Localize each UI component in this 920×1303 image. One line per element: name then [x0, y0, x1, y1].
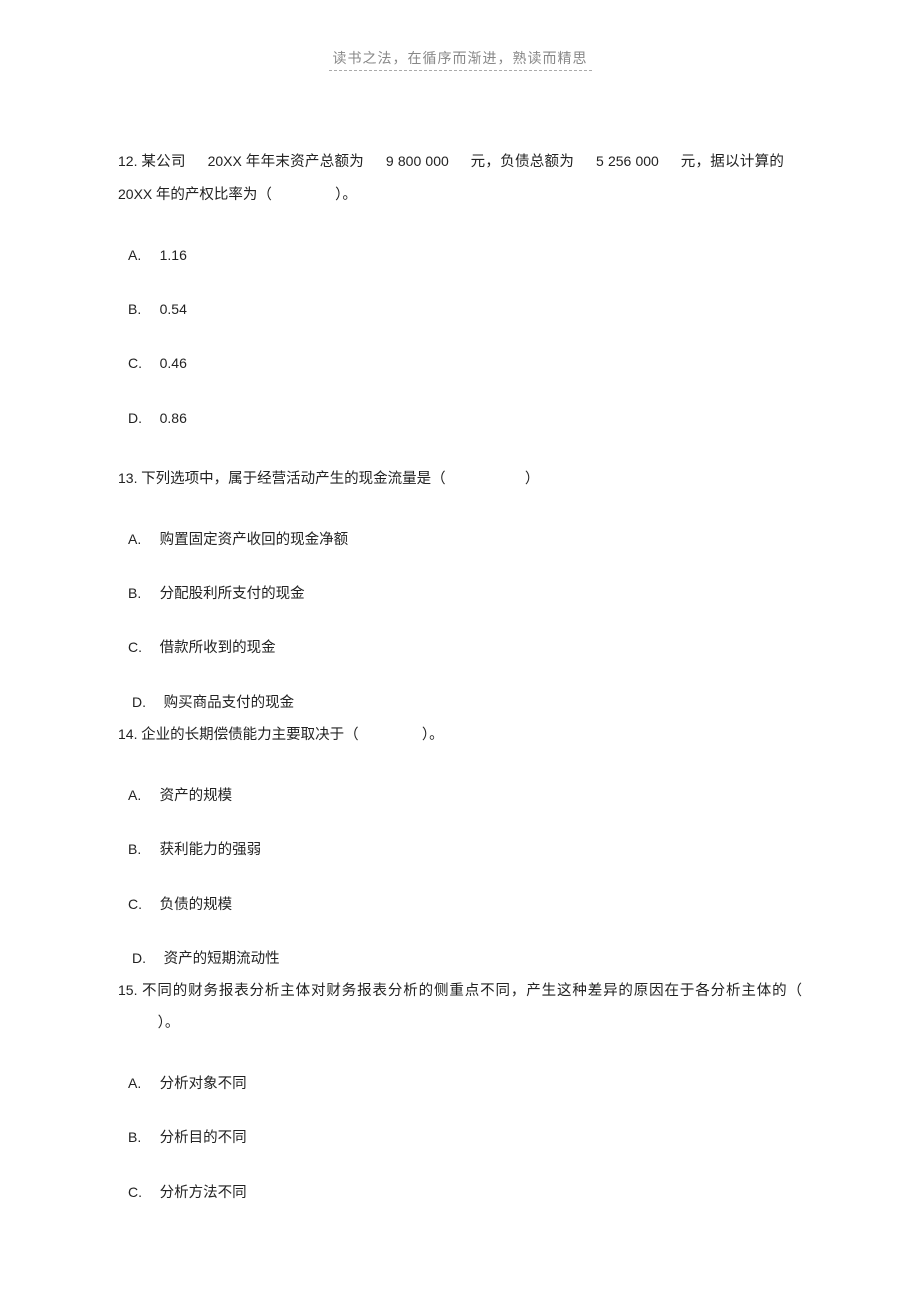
option-letter: B. [128, 840, 156, 860]
option-letter: C. [128, 638, 156, 658]
option-text: 分析方法不同 [160, 1185, 247, 1201]
q14-option-c: C. 负债的规模 [118, 895, 802, 915]
q14-option-d: D. 资产的短期流动性 [118, 949, 802, 969]
q12-p3: 元，负债总额为 [471, 154, 575, 170]
header-motto-text: 读书之法，在循序而渐进，熟读而精思 [329, 48, 592, 71]
q13-option-a: A. 购置固定资产收回的现金净额 [118, 530, 802, 550]
option-letter: B. [128, 300, 156, 320]
question-14: 14. 企业的长期偿债能力主要取决于（ ）。 A. 资产的规模 B. 获利能力的… [118, 719, 802, 969]
q13-option-d: D. 购买商品支付的现金 [118, 693, 802, 713]
q12-year1: 20XX [208, 153, 242, 169]
option-letter: D. [128, 409, 156, 429]
q13-number: 13. [118, 470, 137, 486]
option-text: 借款所收到的现金 [160, 640, 276, 656]
q14-number: 14. [118, 726, 137, 742]
option-letter: A. [128, 1074, 156, 1094]
option-letter: C. [128, 354, 156, 374]
q14-option-b: B. 获利能力的强弱 [118, 840, 802, 860]
q15-option-c: C. 分析方法不同 [118, 1183, 802, 1203]
option-text: 0.46 [160, 355, 187, 371]
option-text: 负债的规模 [160, 897, 233, 913]
q13-p2: ） [525, 471, 540, 487]
option-text: 购置固定资产收回的现金净额 [160, 532, 349, 548]
q12-amt2: 5 256 000 [596, 153, 659, 169]
q13-option-b: B. 分配股利所支付的现金 [118, 584, 802, 604]
question-12: 12. 某公司 20XX 年年末资产总额为 9 800 000 元，负债总额为 … [118, 146, 802, 429]
q13-stem: 13. 下列选项中，属于经营活动产生的现金流量是（ ） [118, 463, 802, 496]
q12-year2: 20XX [118, 186, 152, 202]
header-motto: 读书之法，在循序而渐进，熟读而精思 [0, 48, 920, 71]
option-text: 购买商品支付的现金 [164, 695, 295, 711]
page-content: 12. 某公司 20XX 年年末资产总额为 9 800 000 元，负债总额为 … [118, 146, 802, 1237]
option-text: 获利能力的强弱 [160, 842, 262, 858]
option-letter: B. [128, 1128, 156, 1148]
option-text: 分析目的不同 [160, 1130, 247, 1146]
option-letter: A. [128, 786, 156, 806]
q12-option-b: B. 0.54 [118, 300, 802, 320]
option-letter: D. [132, 693, 160, 713]
q15-number: 15. [118, 982, 137, 998]
question-13: 13. 下列选项中，属于经营活动产生的现金流量是（ ） A. 购置固定资产收回的… [118, 463, 802, 713]
q15-p2: ）。 [158, 1015, 180, 1031]
q12-number: 12. [118, 153, 137, 169]
q15-p1: 不同的财务报表分析主体对财务报表分析的侧重点不同，产生这种差异的原因在于各分析主… [142, 983, 802, 999]
option-text: 资产的规模 [160, 788, 233, 804]
q12-stem: 12. 某公司 20XX 年年末资产总额为 9 800 000 元，负债总额为 … [118, 146, 802, 212]
option-letter: C. [128, 895, 156, 915]
option-text: 1.16 [160, 247, 187, 263]
q14-option-a: A. 资产的规模 [118, 786, 802, 806]
q12-p6: ）。 [335, 187, 357, 203]
q13-p1: 下列选项中，属于经营活动产生的现金流量是（ [141, 471, 446, 487]
option-text: 0.54 [160, 301, 187, 317]
option-letter: A. [128, 246, 156, 266]
option-text: 0.86 [160, 410, 187, 426]
q15-option-b: B. 分析目的不同 [118, 1128, 802, 1148]
q12-p5: 年的产权比率为（ [156, 187, 272, 203]
q12-option-c: C. 0.46 [118, 354, 802, 374]
option-letter: B. [128, 584, 156, 604]
q12-p1: 某公司 [141, 154, 185, 170]
option-letter: C. [128, 1183, 156, 1203]
option-letter: D. [132, 949, 160, 969]
q14-stem: 14. 企业的长期偿债能力主要取决于（ ）。 [118, 719, 802, 752]
q13-option-c: C. 借款所收到的现金 [118, 638, 802, 658]
q15-option-a: A. 分析对象不同 [118, 1074, 802, 1094]
question-15: 15. 不同的财务报表分析主体对财务报表分析的侧重点不同，产生这种差异的原因在于… [118, 975, 802, 1203]
q12-p2: 年年末资产总额为 [246, 154, 364, 170]
option-text: 分配股利所支付的现金 [160, 586, 305, 602]
q12-p4: 元，据以计算的 [681, 154, 785, 170]
q12-option-a: A. 1.16 [118, 246, 802, 266]
option-text: 资产的短期流动性 [164, 951, 280, 967]
q14-p1: 企业的长期偿债能力主要取决于（ [141, 727, 359, 743]
option-letter: A. [128, 530, 156, 550]
q15-stem: 15. 不同的财务报表分析主体对财务报表分析的侧重点不同，产生这种差异的原因在于… [118, 975, 802, 1040]
q14-p2: ）。 [422, 727, 444, 743]
q12-option-d: D. 0.86 [118, 409, 802, 429]
q12-amt1: 9 800 000 [386, 153, 449, 169]
option-text: 分析对象不同 [160, 1076, 247, 1092]
